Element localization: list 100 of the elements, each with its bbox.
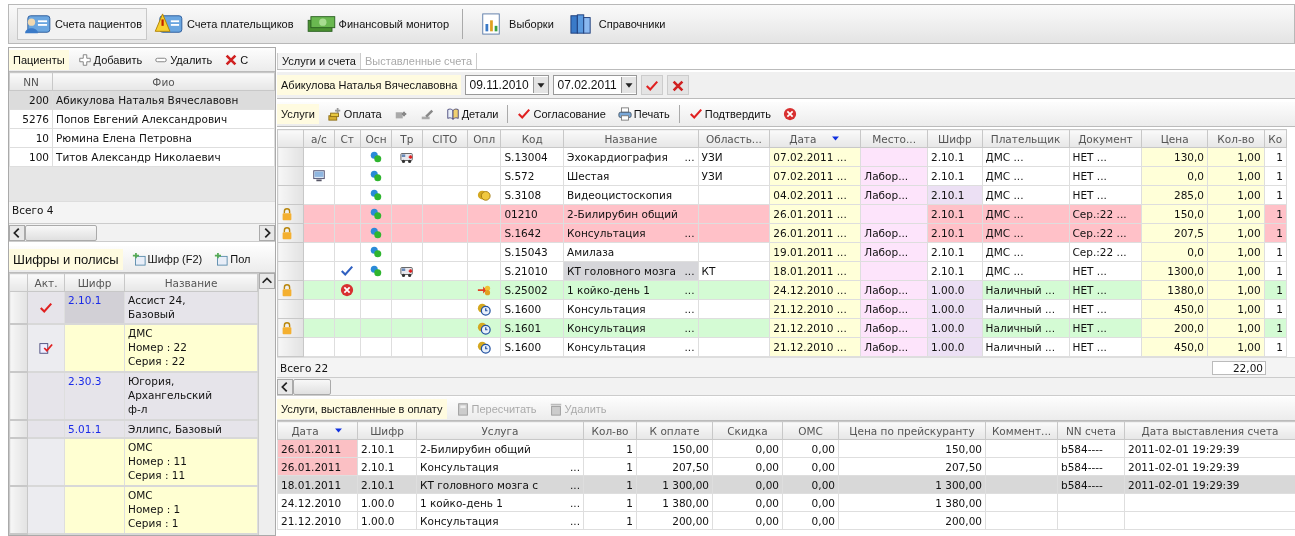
date-field[interactable]: 09.11.2010 — [465, 75, 550, 95]
column-header[interactable]: Дата — [277, 421, 358, 440]
table-cell[interactable]: ОМС Номер : 11 Серия : 11 — [124, 438, 258, 487]
table-cell[interactable]: 1 — [583, 511, 637, 530]
scroll-up-icon[interactable] — [259, 273, 275, 289]
table-cell[interactable]: 1 — [583, 493, 637, 512]
column-header[interactable]: Ст — [334, 129, 361, 148]
table-cell[interactable] — [985, 439, 1058, 458]
table-cell[interactable]: 2.10.1 — [357, 457, 417, 476]
table-cell[interactable]: 207,50 — [636, 457, 713, 476]
table-cell[interactable] — [27, 486, 65, 534]
table-cell[interactable]: 0,00 — [712, 457, 783, 476]
scroll-left-icon[interactable] — [277, 378, 293, 395]
row-header[interactable] — [277, 337, 304, 357]
table-cell[interactable]: 0,00 — [782, 511, 839, 530]
table-cell[interactable] — [985, 493, 1058, 512]
column-header[interactable]: Дата — [769, 129, 861, 148]
scroll-thumb[interactable] — [25, 224, 97, 241]
column-header[interactable]: Тр — [391, 129, 423, 148]
column-header[interactable]: Осн — [360, 129, 392, 148]
table-cell[interactable]: Югория, Архангельский ф-л — [124, 371, 258, 420]
column-header[interactable]: Название — [124, 273, 258, 292]
column-header[interactable]: Акт. — [27, 273, 65, 292]
column-header[interactable]: CITO — [422, 129, 468, 148]
toolbar-button[interactable]: Подтвердить — [685, 107, 775, 121]
table-cell[interactable]: 10 — [9, 128, 53, 148]
table-cell[interactable]: 100 — [9, 147, 53, 167]
toolbar-button[interactable]: Согласование — [514, 107, 609, 121]
table-cell[interactable]: 2.10.1 — [64, 291, 125, 325]
table-cell[interactable]: 21.12.2010 — [277, 511, 358, 530]
table-cell[interactable]: 1 380,00 — [636, 493, 713, 512]
table-cell[interactable]: 150,00 — [636, 439, 713, 458]
toolbar-button[interactable]: Выборки — [471, 8, 559, 40]
table-cell[interactable]: Попов Евгений Александрович — [52, 109, 275, 129]
table-cell[interactable] — [1057, 511, 1125, 530]
table-cell[interactable]: 1 — [583, 457, 637, 476]
column-header[interactable]: Цена по прейскуранту — [838, 421, 986, 440]
toolbar-button[interactable]: Справочники — [560, 8, 671, 40]
column-header[interactable]: Коммент... — [985, 421, 1058, 440]
table-cell[interactable]: 2.30.3 — [64, 371, 125, 420]
column-header[interactable]: Шифр — [927, 129, 983, 148]
column-header[interactable]: Цена — [1141, 129, 1208, 148]
dropdown-icon[interactable] — [533, 77, 549, 93]
table-cell[interactable]: 200,00 — [838, 511, 986, 530]
table-cell[interactable]: 0,00 — [782, 439, 839, 458]
horizontal-scrollbar[interactable] — [277, 377, 1295, 396]
table-cell[interactable]: ОМС Номер : 1 Серия : 1 — [124, 486, 258, 534]
clear-button[interactable] — [667, 75, 690, 95]
column-header[interactable]: Название — [563, 129, 698, 148]
table-cell[interactable]: b584---- — [1057, 439, 1125, 458]
tab[interactable]: Услуги и счета — [277, 53, 361, 69]
toolbar-button[interactable]: С — [221, 52, 252, 67]
scroll-right-icon[interactable] — [259, 224, 275, 241]
table-cell[interactable] — [985, 457, 1058, 476]
table-cell[interactable]: 1 — [583, 439, 637, 458]
dropdown-icon[interactable] — [621, 77, 637, 93]
table-cell[interactable]: b584---- — [1057, 457, 1125, 476]
column-header[interactable]: Кол-во — [583, 421, 637, 440]
column-header[interactable]: Фио — [52, 72, 275, 91]
table-cell[interactable]: 24.12.2010 — [277, 493, 358, 512]
table-cell[interactable]: 2-Билирубин общий — [416, 439, 584, 458]
column-header[interactable]: NN — [9, 72, 53, 91]
row-header[interactable] — [9, 291, 28, 325]
toolbar-button[interactable]: Счета пациентов — [17, 8, 147, 40]
scroll-thumb[interactable] — [293, 378, 331, 395]
row-header[interactable] — [277, 318, 304, 338]
row-header[interactable] — [9, 371, 28, 420]
table-cell[interactable] — [27, 438, 65, 487]
table-cell[interactable]: 2.10.1 — [357, 439, 417, 458]
row-header[interactable] — [9, 324, 28, 372]
table-cell[interactable] — [64, 438, 125, 487]
table-cell[interactable]: 1.00.0 — [357, 493, 417, 512]
table-cell[interactable]: Титов Александр Николаевич — [52, 147, 275, 167]
column-header[interactable]: Ко — [1264, 129, 1287, 148]
table-cell[interactable]: 0,00 — [712, 439, 783, 458]
toolbar-button[interactable]: Счета плательщиков — [149, 8, 299, 40]
toolbar-button[interactable]: Детали — [442, 107, 502, 121]
column-header[interactable]: Дата выставления счета — [1124, 421, 1295, 440]
add-code-button[interactable]: Шифр (F2) — [128, 252, 206, 266]
scroll-left-icon[interactable] — [9, 224, 25, 241]
table-cell[interactable] — [64, 486, 125, 534]
column-header[interactable]: Плательщик — [982, 129, 1070, 148]
column-header[interactable]: Код — [500, 129, 564, 148]
remove-button[interactable]: Удалить — [151, 52, 216, 67]
table-cell[interactable] — [985, 511, 1058, 530]
column-header[interactable]: ОМС — [782, 421, 839, 440]
table-cell[interactable]: Консультация ... — [416, 457, 584, 476]
table-cell[interactable]: Консультация ... — [416, 511, 584, 530]
add-button[interactable]: Добавить — [74, 52, 146, 67]
table-cell[interactable] — [27, 371, 65, 420]
row-header[interactable] — [277, 299, 304, 319]
table-cell[interactable]: Рюмина Елена Петровна — [52, 128, 275, 148]
add-policy-button[interactable]: Пол — [211, 252, 254, 266]
table-cell[interactable]: 200,00 — [636, 511, 713, 530]
table-cell[interactable] — [1057, 493, 1125, 512]
table-cell[interactable]: 0,00 — [782, 493, 839, 512]
column-header[interactable]: Скидка — [712, 421, 783, 440]
table-cell[interactable]: Ассист 24, Базовый — [124, 291, 258, 325]
column-header[interactable]: Услуга — [416, 421, 584, 440]
table-cell[interactable]: 0,00 — [712, 511, 783, 530]
